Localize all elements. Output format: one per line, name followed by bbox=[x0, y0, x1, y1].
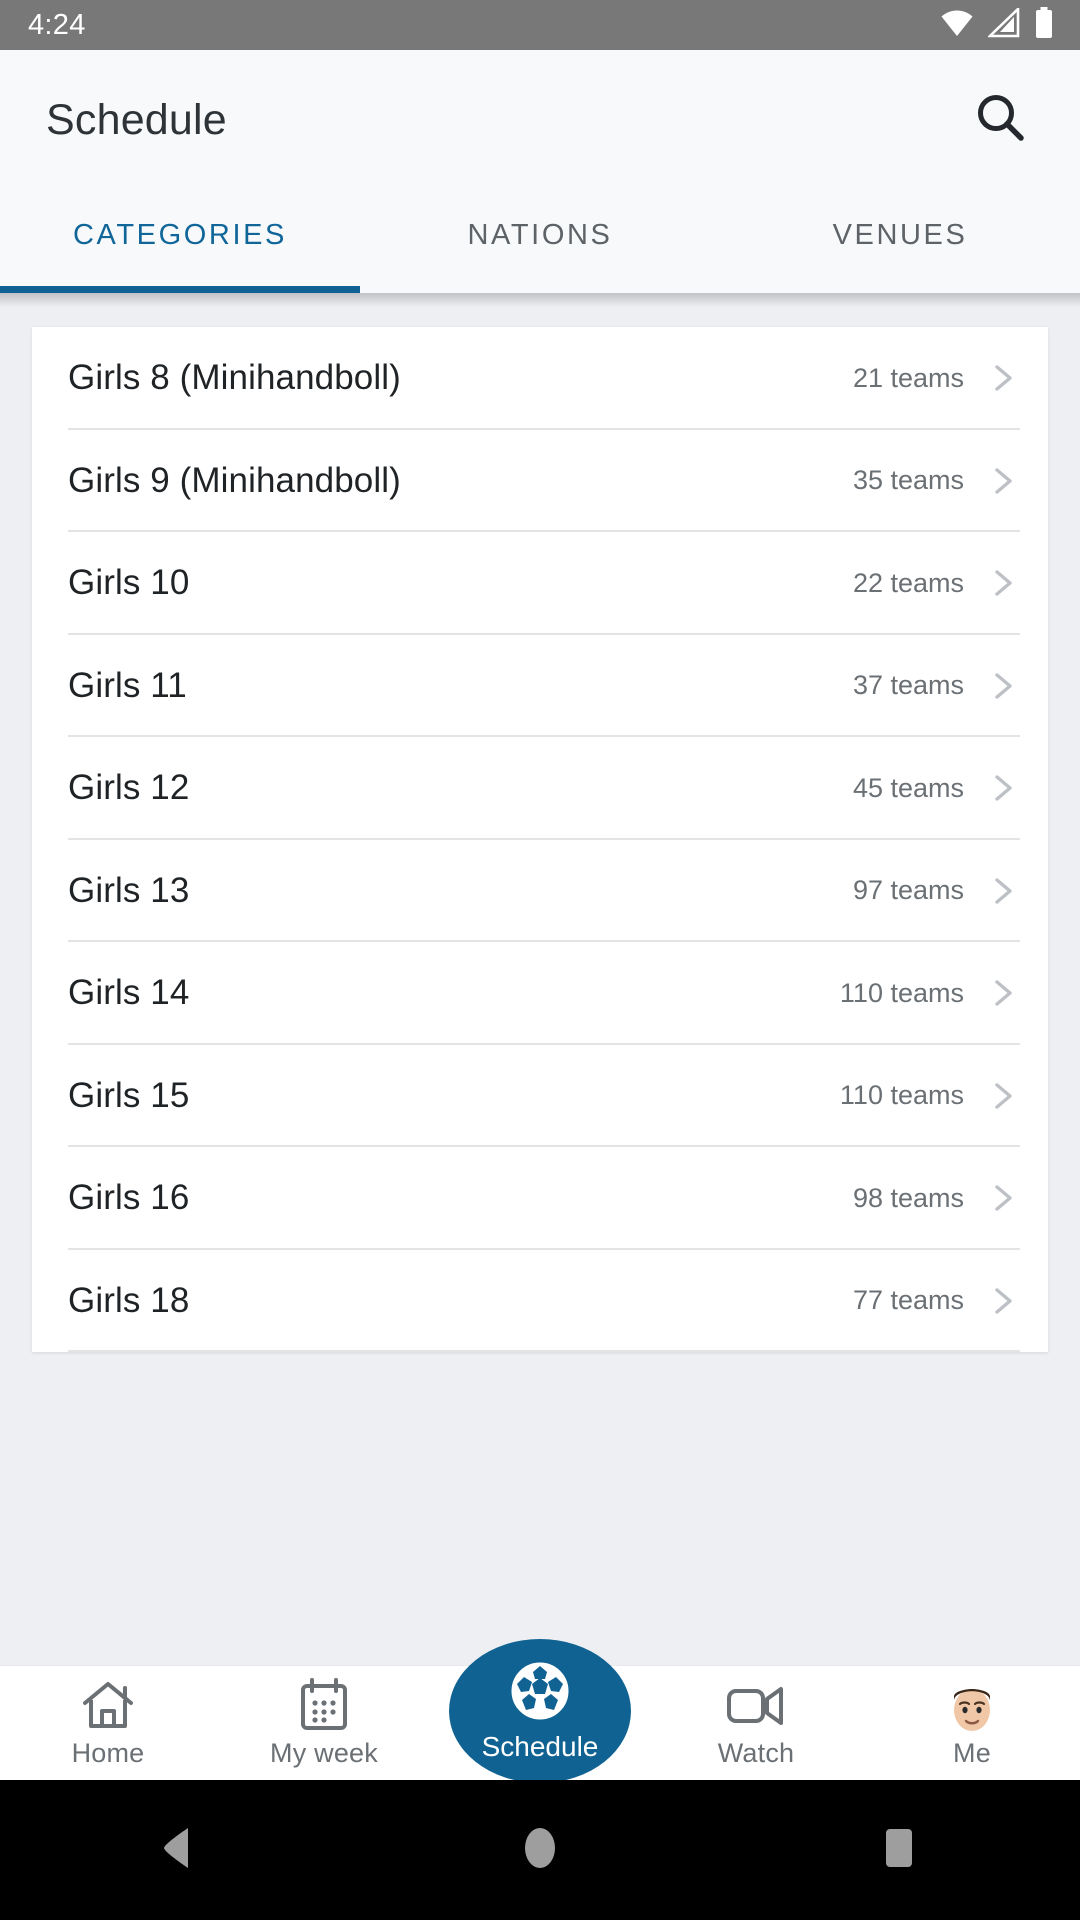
nav-item-my-week[interactable]: My week bbox=[216, 1666, 432, 1781]
nav-item-schedule[interactable]: Schedule bbox=[449, 1639, 631, 1783]
tab-bar: CATEGORIES NATIONS VENUES bbox=[0, 190, 1080, 293]
row-count: 21 teams bbox=[852, 362, 964, 393]
wifi-icon bbox=[940, 9, 974, 42]
nav-item-my-week-label: My week bbox=[270, 1738, 378, 1768]
cellular-signal-icon bbox=[986, 5, 1020, 43]
nav-item-schedule-label: Schedule bbox=[481, 1730, 599, 1762]
tab-nations-label: NATIONS bbox=[467, 219, 613, 251]
nav-item-watch-label: Watch bbox=[717, 1738, 795, 1768]
nav-item-me-label: Me bbox=[953, 1738, 991, 1768]
tab-venues-label: VENUES bbox=[832, 219, 968, 251]
row-count: 37 teams bbox=[852, 670, 964, 701]
tab-venues[interactable]: VENUES bbox=[720, 190, 1080, 293]
status-icons bbox=[940, 5, 1054, 44]
table-row[interactable]: Girls 15 110 teams bbox=[32, 1045, 1048, 1147]
row-count: 110 teams bbox=[839, 1080, 964, 1111]
row-divider bbox=[68, 1350, 1020, 1352]
back-triangle-icon bbox=[158, 1825, 202, 1876]
table-row[interactable]: Girls 12 45 teams bbox=[32, 737, 1048, 840]
recents-square-icon bbox=[880, 1826, 920, 1875]
table-row[interactable]: Girls 10 22 teams bbox=[32, 532, 1048, 635]
status-time: 4:24 bbox=[28, 8, 86, 41]
row-label: Girls 12 bbox=[68, 768, 190, 808]
recents-button[interactable] bbox=[830, 1780, 970, 1920]
home-button[interactable] bbox=[470, 1780, 610, 1920]
nav-item-me[interactable]: Me bbox=[864, 1666, 1080, 1781]
table-row[interactable]: Girls 18 77 teams bbox=[32, 1250, 1048, 1352]
avatar-icon bbox=[945, 1678, 999, 1732]
row-count: 98 teams bbox=[852, 1182, 964, 1213]
row-label: Girls 10 bbox=[68, 563, 190, 603]
back-button[interactable] bbox=[110, 1780, 250, 1920]
soccer-ball-icon bbox=[509, 1660, 571, 1727]
row-count: 35 teams bbox=[852, 465, 964, 496]
row-label: Girls 11 bbox=[68, 665, 187, 705]
nav-item-home[interactable]: Home bbox=[0, 1666, 216, 1781]
nav-item-home-label: Home bbox=[71, 1738, 145, 1768]
home-icon bbox=[80, 1678, 136, 1732]
row-count: 110 teams bbox=[839, 977, 964, 1008]
tab-active-indicator bbox=[0, 286, 360, 293]
table-row[interactable]: Girls 13 97 teams bbox=[32, 840, 1048, 942]
row-label: Girls 15 bbox=[68, 1075, 190, 1115]
tab-categories[interactable]: CATEGORIES bbox=[0, 190, 360, 293]
search-icon bbox=[973, 90, 1029, 151]
home-circle-icon bbox=[522, 1824, 558, 1877]
calendar-icon bbox=[298, 1678, 350, 1732]
chevron-right-icon bbox=[986, 976, 1020, 1010]
row-label: Girls 9 (Minihandboll) bbox=[68, 460, 401, 500]
row-count: 97 teams bbox=[852, 875, 964, 906]
table-row[interactable]: Girls 9 (Minihandboll) 35 teams bbox=[32, 430, 1048, 532]
chevron-right-icon bbox=[986, 1181, 1020, 1215]
row-label: Girls 13 bbox=[68, 870, 190, 910]
table-row[interactable]: Girls 14 110 teams bbox=[32, 942, 1048, 1045]
table-row[interactable]: Girls 11 37 teams bbox=[32, 635, 1048, 737]
chevron-right-icon bbox=[986, 874, 1020, 908]
row-label: Girls 18 bbox=[68, 1280, 190, 1320]
row-count: 45 teams bbox=[852, 772, 964, 803]
table-row[interactable]: Girls 16 98 teams bbox=[32, 1147, 1048, 1250]
category-list-card: Girls 8 (Minihandboll) 21 teams Girls 9 … bbox=[32, 327, 1048, 1352]
content-area[interactable]: Girls 8 (Minihandboll) 21 teams Girls 9 … bbox=[0, 293, 1080, 1356]
chevron-right-icon bbox=[986, 361, 1020, 395]
app-bar: Schedule bbox=[0, 50, 1080, 190]
chevron-right-icon bbox=[986, 1284, 1020, 1318]
page-title: Schedule bbox=[46, 95, 227, 144]
nav-item-watch[interactable]: Watch bbox=[648, 1666, 864, 1781]
chevron-right-icon bbox=[986, 464, 1020, 498]
row-count: 77 teams bbox=[852, 1285, 964, 1316]
row-label: Girls 8 (Minihandboll) bbox=[68, 358, 401, 398]
tab-nations[interactable]: NATIONS bbox=[360, 190, 720, 293]
chevron-right-icon bbox=[986, 669, 1020, 703]
battery-icon bbox=[1034, 6, 1054, 44]
row-label: Girls 14 bbox=[68, 973, 190, 1013]
chevron-right-icon bbox=[986, 771, 1020, 805]
row-label: Girls 16 bbox=[68, 1178, 190, 1218]
app-root: 4:24 Schedule CATEGORIES NATIONS VENUES … bbox=[0, 0, 1080, 1920]
video-camera-icon bbox=[726, 1678, 786, 1732]
search-button[interactable] bbox=[966, 85, 1036, 155]
chevron-right-icon bbox=[986, 1079, 1020, 1113]
row-count: 22 teams bbox=[852, 567, 964, 598]
table-row[interactable]: Girls 8 (Minihandboll) 21 teams bbox=[32, 327, 1048, 430]
status-bar: 4:24 bbox=[0, 0, 1080, 50]
android-navigation-bar bbox=[0, 1780, 1080, 1920]
tab-categories-label: CATEGORIES bbox=[73, 219, 287, 251]
chevron-right-icon bbox=[986, 566, 1020, 600]
